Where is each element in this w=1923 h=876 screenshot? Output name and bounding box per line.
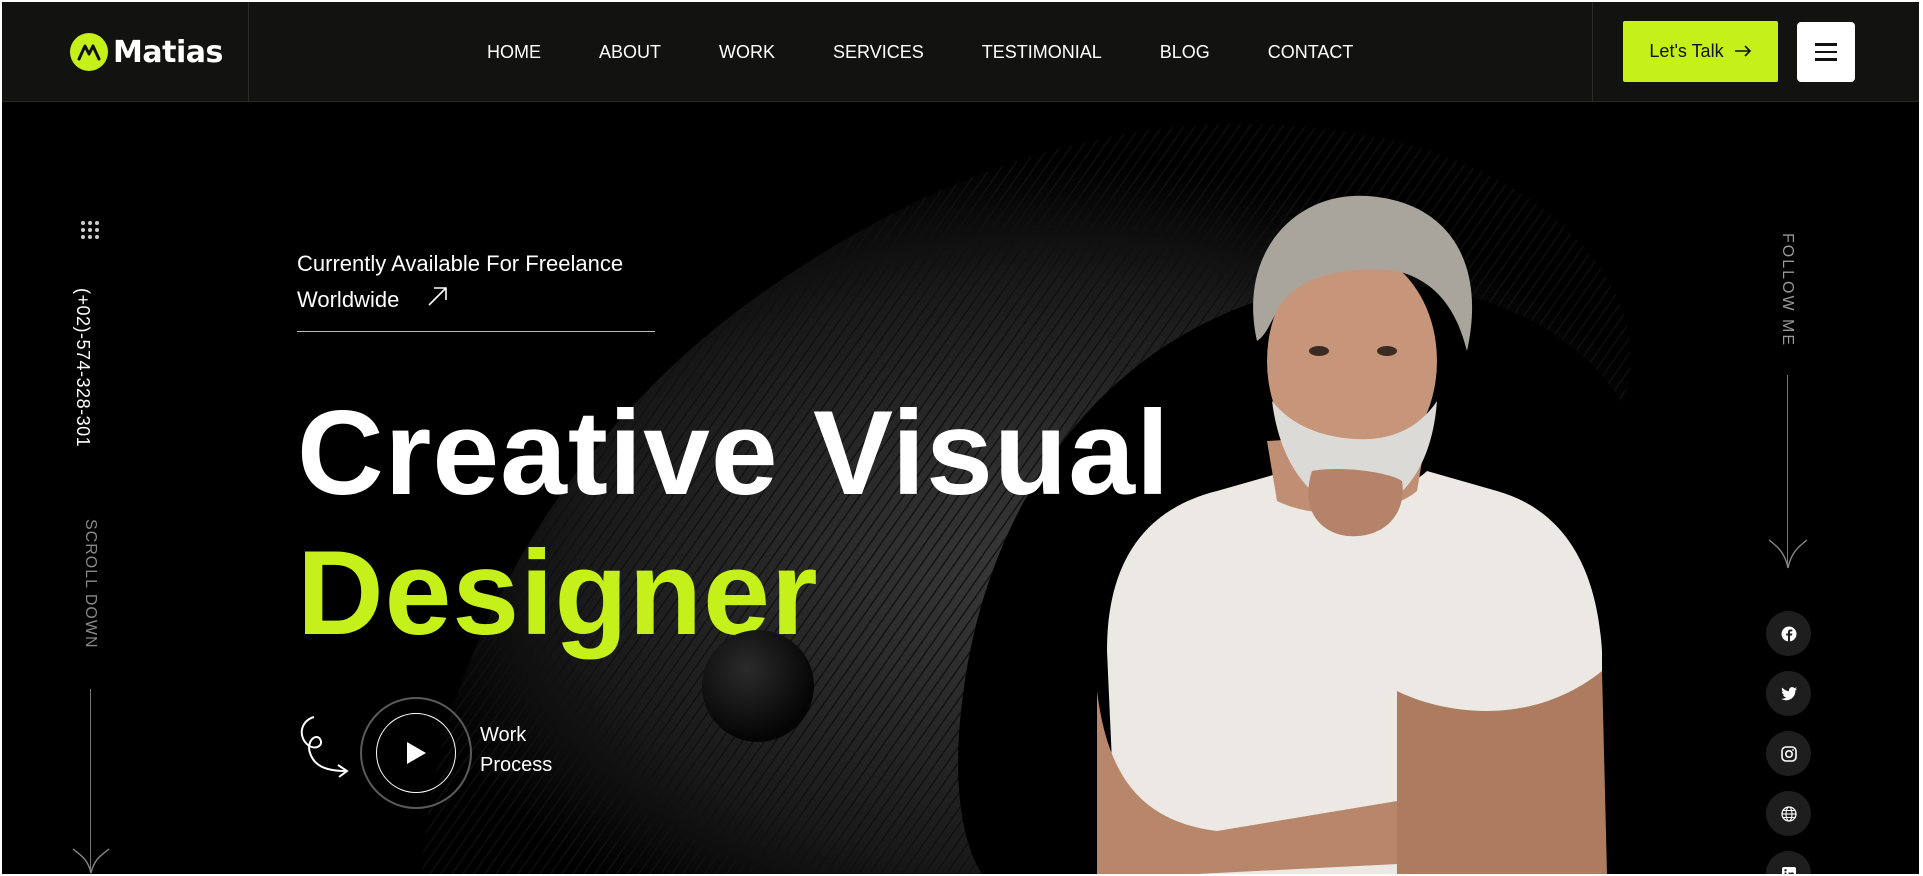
- play-button-ring: [376, 713, 456, 793]
- hamburger-icon-bar: [1815, 58, 1837, 61]
- availability-text[interactable]: Currently Available For Freelance Worldw…: [297, 246, 657, 318]
- work-process-line1: Work: [480, 724, 527, 746]
- dial-pad-icon: [81, 221, 99, 239]
- nav-blog[interactable]: BLOG: [1160, 42, 1210, 63]
- nav-testimonial[interactable]: TESTIMONIAL: [982, 42, 1102, 63]
- decorative-sphere: [702, 630, 814, 742]
- page-frame: Matias HOME ABOUT WORK SERVICES TESTIMON…: [2, 2, 1919, 874]
- instagram-icon: [1780, 745, 1797, 762]
- follow-line: [1787, 375, 1788, 565]
- follow-arrow-icon: [1768, 539, 1808, 569]
- availability-line2: Worldwide: [297, 287, 400, 312]
- site-header: Matias HOME ABOUT WORK SERVICES TESTIMON…: [2, 2, 1919, 102]
- logo-mark-icon: [70, 33, 108, 71]
- logo-text: Matias: [113, 34, 223, 70]
- twitter-button[interactable]: [1766, 671, 1811, 716]
- header-actions: Let's Talk: [1592, 2, 1919, 102]
- nav-home[interactable]: HOME: [487, 42, 541, 63]
- designer-portrait-image: [1097, 195, 1607, 874]
- play-icon: [407, 742, 426, 764]
- facebook-icon: [1781, 626, 1796, 642]
- twitter-icon: [1780, 686, 1797, 700]
- linkedin-icon: [1781, 866, 1796, 874]
- headline-primary: Creative Visual: [297, 386, 1171, 520]
- main-nav: HOME ABOUT WORK SERVICES TESTIMONIAL BLO…: [487, 2, 1411, 102]
- scroll-line: [90, 689, 91, 869]
- availability-underline: [297, 331, 655, 332]
- follow-me-label: FOLLOW ME: [1779, 233, 1796, 348]
- nav-contact[interactable]: CONTACT: [1268, 42, 1354, 63]
- hamburger-icon: [1815, 43, 1837, 46]
- logo[interactable]: Matias: [2, 2, 249, 102]
- nav-work[interactable]: WORK: [719, 42, 775, 63]
- work-process-line2: Process: [480, 754, 553, 776]
- squiggle-arrow-icon: [300, 716, 349, 778]
- arrow-right-icon: [1734, 41, 1752, 62]
- lets-talk-button[interactable]: Let's Talk: [1623, 21, 1778, 82]
- facebook-button[interactable]: [1766, 611, 1811, 656]
- availability-line1: Currently Available For Freelance: [297, 251, 624, 276]
- arrow-up-right-icon: [427, 282, 449, 318]
- website-button[interactable]: [1766, 791, 1811, 836]
- nav-about[interactable]: ABOUT: [599, 42, 661, 63]
- play-video-button[interactable]: [360, 697, 472, 809]
- instagram-button[interactable]: [1766, 731, 1811, 776]
- scroll-arrow-icon: [72, 848, 110, 874]
- globe-icon: [1780, 805, 1797, 822]
- lets-talk-label: Let's Talk: [1649, 41, 1724, 61]
- nav-services[interactable]: SERVICES: [833, 42, 924, 63]
- scroll-down-label[interactable]: SCROLL DOWN: [81, 519, 99, 649]
- phone-number[interactable]: (+02)-574-328-301: [72, 288, 93, 447]
- hero-section: (+02)-574-328-301 SCROLL DOWN Currently …: [2, 103, 1919, 874]
- hamburger-menu-button[interactable]: [1797, 22, 1855, 82]
- hamburger-icon-bar: [1815, 50, 1837, 54]
- work-process-label[interactable]: Work Process: [480, 720, 580, 780]
